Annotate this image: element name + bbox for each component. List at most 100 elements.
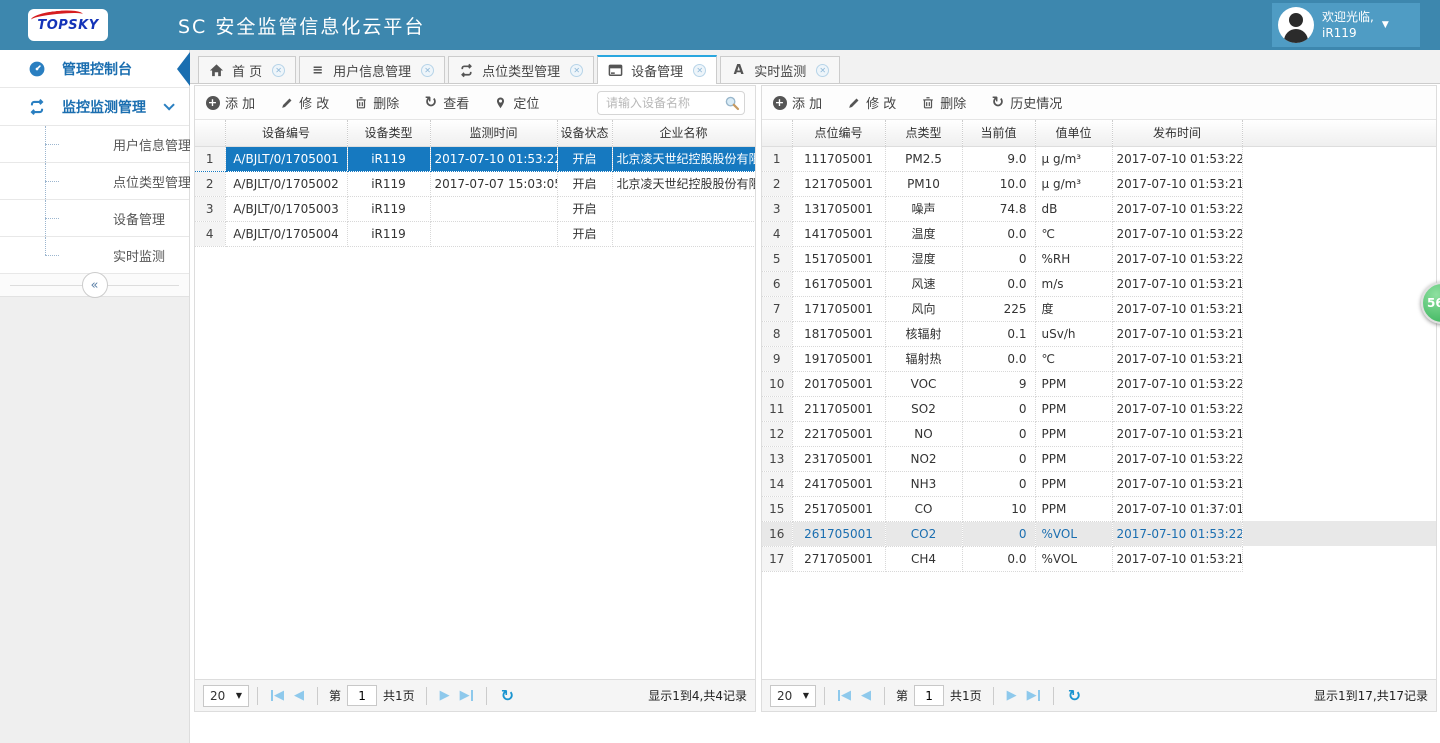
table-row[interactable]: 5151705001湿度0%RH2017-07-10 01:53:22: [762, 246, 1436, 271]
close-icon[interactable]: ✕: [816, 64, 829, 77]
filler-cell: [1242, 321, 1436, 346]
delete-button[interactable]: 删除: [920, 93, 966, 112]
table-row[interactable]: 13231705001NO20PPM2017-07-10 01:53:22: [762, 446, 1436, 471]
avatar-person-icon: [1289, 13, 1303, 27]
cell-device-type: iR119: [347, 221, 430, 246]
cell-point-type: PM2.5: [885, 146, 962, 171]
col-monitor-time[interactable]: 监测时间: [430, 120, 557, 146]
last-page-button[interactable]: ▶: [460, 688, 473, 703]
tab-device-mgmt[interactable]: 设备管理 ✕: [597, 55, 717, 84]
col-value-unit[interactable]: 值单位: [1035, 120, 1112, 146]
cell-publish-time: 2017-07-10 01:53:21: [1112, 271, 1242, 296]
cell-value-unit: 度: [1035, 296, 1112, 321]
table-row[interactable]: 4A/BJLT/0/1705004iR119开启: [195, 221, 755, 246]
search-icon[interactable]: [724, 95, 740, 111]
page-number-input[interactable]: [347, 685, 377, 706]
caret-down-icon[interactable]: ▼: [1382, 20, 1389, 30]
table-row[interactable]: 10201705001VOC9PPM2017-07-10 01:53:22: [762, 371, 1436, 396]
col-current-value[interactable]: 当前值: [962, 120, 1035, 146]
table-row[interactable]: 2A/BJLT/0/1705002iR1192017-07-07 15:03:0…: [195, 171, 755, 196]
table-row[interactable]: 1111705001PM2.59.0μ g/m³2017-07-10 01:53…: [762, 146, 1436, 171]
table-row[interactable]: 15251705001CO10PPM2017-07-10 01:37:01: [762, 496, 1436, 521]
refresh-icon[interactable]: ↻: [1068, 686, 1081, 705]
search-input[interactable]: [597, 91, 745, 115]
sidebar-item-user-info[interactable]: 用户信息管理: [0, 126, 189, 163]
col-device-code[interactable]: 设备编号: [225, 120, 347, 146]
col-device-type[interactable]: 设备类型: [347, 120, 430, 146]
edit-button[interactable]: 修 改: [279, 93, 329, 112]
tab-user-info[interactable]: ≡ 用户信息管理 ✕: [299, 56, 445, 83]
page-number-input[interactable]: [914, 685, 944, 706]
cell-current-value: 0: [962, 396, 1035, 421]
page-size-select[interactable]: 20 ▼: [203, 685, 249, 707]
cell-value-unit: μ g/m³: [1035, 171, 1112, 196]
prev-page-button[interactable]: ◀: [861, 688, 871, 703]
monitor-table: 点位编号 点类型 当前值 值单位 发布时间 1111705001PM2.59.0…: [762, 120, 1436, 572]
cell-point-type: CO: [885, 496, 962, 521]
sidebar-item-point-type[interactable]: 点位类型管理: [0, 163, 189, 200]
table-row[interactable]: 17271705001CH40.0%VOL2017-07-10 01:53:21: [762, 546, 1436, 571]
row-number: 3: [762, 196, 792, 221]
tab-realtime[interactable]: A 实时监测 ✕: [720, 56, 840, 83]
close-icon[interactable]: ✕: [570, 64, 583, 77]
table-row[interactable]: 1A/BJLT/0/1705001iR1192017-07-10 01:53:2…: [195, 146, 755, 171]
table-row[interactable]: 12221705001NO0PPM2017-07-10 01:53:21: [762, 421, 1436, 446]
close-icon[interactable]: ✕: [421, 64, 434, 77]
select-caret-icon: ▼: [803, 691, 809, 700]
table-row[interactable]: 6161705001风速0.0m/s2017-07-10 01:53:21: [762, 271, 1436, 296]
cell-value-unit: PPM: [1035, 421, 1112, 446]
table-row[interactable]: 4141705001温度0.0℃2017-07-10 01:53:22: [762, 221, 1436, 246]
delete-button[interactable]: 删除: [353, 93, 399, 112]
dashboard-icon: [28, 60, 46, 78]
last-page-button[interactable]: ▶: [1027, 688, 1040, 703]
table-row[interactable]: 11211705001SO20PPM2017-07-10 01:53:22: [762, 396, 1436, 421]
refresh-icon[interactable]: ↻: [501, 686, 514, 705]
table-row[interactable]: 16261705001CO20%VOL2017-07-10 01:53:22: [762, 521, 1436, 546]
cell-device-type: iR119: [347, 171, 430, 196]
add-button[interactable]: + 添 加: [772, 93, 822, 112]
sidebar-item-device-mgmt[interactable]: 设备管理: [0, 200, 189, 237]
col-company-name[interactable]: 企业名称: [612, 120, 755, 146]
table-row[interactable]: 3131705001噪声74.8dB2017-07-10 01:53:22: [762, 196, 1436, 221]
table-row[interactable]: 3A/BJLT/0/1705003iR119开启: [195, 196, 755, 221]
tab-point-type[interactable]: 点位类型管理 ✕: [448, 56, 594, 83]
table-row[interactable]: 2121705001PM1010.0μ g/m³2017-07-10 01:53…: [762, 171, 1436, 196]
table-row[interactable]: 9191705001辐射热0.0℃2017-07-10 01:53:21: [762, 346, 1436, 371]
edit-button[interactable]: 修 改: [846, 93, 896, 112]
cell-point-type: SO2: [885, 396, 962, 421]
next-page-button[interactable]: ▶: [1007, 688, 1017, 703]
col-point-id[interactable]: 点位编号: [792, 120, 885, 146]
cell-publish-time: 2017-07-10 01:53:21: [1112, 546, 1242, 571]
view-button[interactable]: ↻ 查看: [423, 93, 469, 112]
sidebar-item-monitor-mgmt[interactable]: 监控监测管理: [0, 88, 189, 126]
table-row[interactable]: 8181705001核辐射0.1uSv/h2017-07-10 01:53:21: [762, 321, 1436, 346]
cell-current-value: 0.1: [962, 321, 1035, 346]
table-row[interactable]: 14241705001NH30PPM2017-07-10 01:53:21: [762, 471, 1436, 496]
col-point-type[interactable]: 点类型: [885, 120, 962, 146]
cell-value-unit: %VOL: [1035, 521, 1112, 546]
device-table: 设备编号 设备类型 监测时间 设备状态 企业名称 1A/BJLT/0/17050…: [195, 120, 755, 247]
page-size-select[interactable]: 20 ▼: [770, 685, 816, 707]
sidebar-item-console[interactable]: 管理控制台: [0, 50, 189, 88]
locate-button[interactable]: 定位: [493, 93, 539, 112]
next-page-button[interactable]: ▶: [440, 688, 450, 703]
first-page-button[interactable]: ◀: [838, 688, 851, 703]
prev-page-button[interactable]: ◀: [294, 688, 304, 703]
sidebar-item-realtime[interactable]: 实时监测: [0, 237, 189, 274]
row-number: 12: [762, 421, 792, 446]
device-search: [597, 91, 745, 115]
col-device-status[interactable]: 设备状态: [557, 120, 612, 146]
close-icon[interactable]: ✕: [272, 64, 285, 77]
sidebar-collapse-bar: «: [0, 274, 189, 296]
first-page-button[interactable]: ◀: [271, 688, 284, 703]
user-menu[interactable]: 欢迎光临, iR119 ▼: [1272, 3, 1420, 47]
history-button[interactable]: ↻ 历史情况: [990, 93, 1062, 112]
col-publish-time[interactable]: 发布时间: [1112, 120, 1242, 146]
collapse-sidebar-button[interactable]: «: [82, 272, 108, 298]
add-button[interactable]: + 添 加: [205, 93, 255, 112]
cell-publish-time: 2017-07-10 01:37:01: [1112, 496, 1242, 521]
cell-company-name: [612, 196, 755, 221]
table-row[interactable]: 7171705001风向225度2017-07-10 01:53:21: [762, 296, 1436, 321]
close-icon[interactable]: ✕: [693, 64, 706, 77]
tab-home[interactable]: 首 页 ✕: [198, 56, 296, 83]
